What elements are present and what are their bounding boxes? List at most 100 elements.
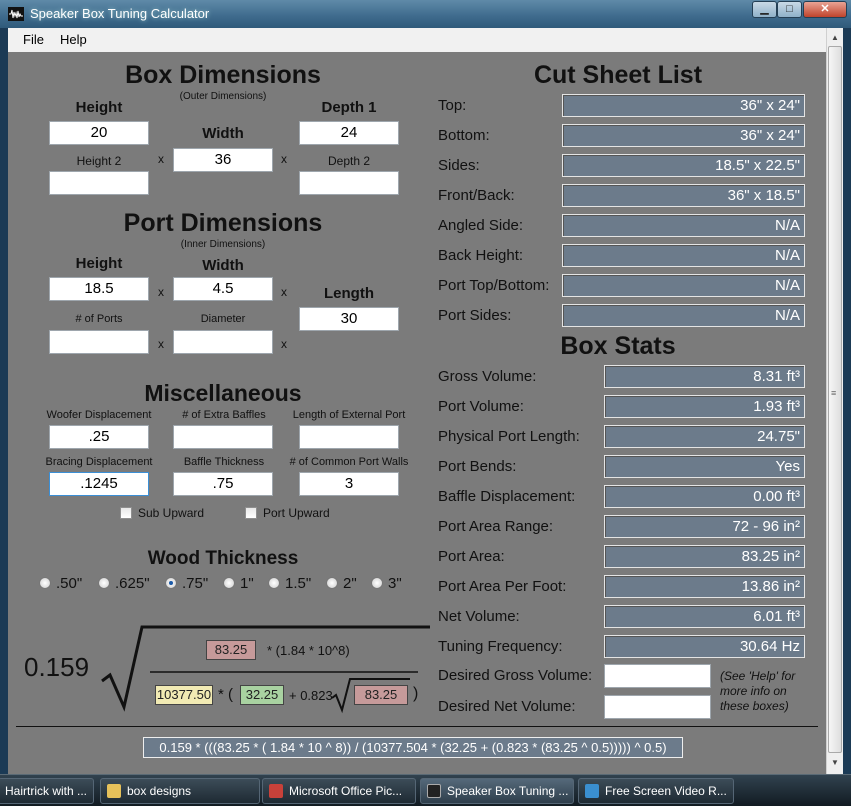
window-title: Speaker Box Tuning Calculator [30, 6, 210, 21]
stat-physical-length-label: Physical Port Length: [438, 428, 580, 445]
taskbar-item-box-designs[interactable]: box designs [100, 778, 260, 804]
scroll-down-icon[interactable]: ▼ [831, 758, 839, 767]
wood-option-label: 1.5" [285, 575, 312, 592]
formula-constant: 0.159 [24, 652, 90, 682]
stat-port-bends-label: Port Bends: [438, 458, 517, 475]
common-port-walls-label: # of Common Port Walls [289, 456, 409, 468]
box-width-input[interactable]: 36 [173, 148, 273, 172]
radio-icon [371, 577, 383, 589]
sub-upward-checkbox[interactable]: Sub Upward [120, 506, 204, 520]
stat-port-bends-value: Yes [604, 455, 805, 478]
scroll-up-icon[interactable]: ▲ [831, 33, 839, 42]
menu-file[interactable]: File [23, 32, 44, 47]
picture-manager-icon [269, 784, 283, 798]
taskbar-item-office-picture[interactable]: Microsoft Office Pic... [262, 778, 416, 804]
taskbar-item-label: Microsoft Office Pic... [289, 784, 403, 798]
cut-frontback-label: Front/Back: [438, 187, 515, 204]
wood-thickness-heading: Wood Thickness [147, 548, 299, 569]
wood-option-625[interactable]: .625" [98, 575, 150, 592]
box-depth2-label: Depth 2 [327, 154, 371, 168]
woofer-displacement-label: Woofer Displacement [46, 409, 152, 421]
title-bar: Speaker Box Tuning Calculator ▁ □ ✕ [0, 0, 851, 28]
stat-area-per-foot-label: Port Area Per Foot: [438, 578, 567, 595]
desired-net-input[interactable] [604, 695, 711, 719]
bracing-displacement-input[interactable]: .1245 [49, 472, 149, 496]
stat-area-range-value: 72 - 96 in² [604, 515, 805, 538]
wood-option-label: .625" [115, 575, 150, 592]
wood-option-label: 3" [388, 575, 402, 592]
desired-gross-input[interactable] [604, 664, 711, 688]
cut-sides-value: 18.5" x 22.5" [562, 154, 805, 177]
stat-physical-length-value: 24.75" [604, 425, 805, 448]
stat-gross-value: 8.31 ft³ [604, 365, 805, 388]
ports-count-input[interactable] [49, 330, 149, 354]
desired-net-label: Desired Net Volume: [438, 698, 576, 715]
port-upward-checkbox[interactable]: Port Upward [245, 506, 330, 520]
wood-option-3[interactable]: 3" [371, 575, 402, 592]
grip-icon: ≡ [831, 388, 837, 398]
desired-gross-label: Desired Gross Volume: [438, 667, 593, 684]
wood-option-50[interactable]: .50" [39, 575, 82, 592]
cut-porttop-value: N/A [562, 274, 805, 297]
cut-top-label: Top: [438, 97, 467, 114]
wood-option-1[interactable]: 1" [223, 575, 254, 592]
port-height-label: Height [75, 255, 123, 272]
port-width-input[interactable]: 4.5 [173, 277, 273, 301]
stat-port-area-label: Port Area: [438, 548, 505, 565]
extra-baffles-label: # of Extra Baffles [182, 409, 266, 421]
box-depth2-input[interactable] [299, 171, 399, 195]
diameter-input[interactable] [173, 330, 273, 354]
ports-count-label: # of Ports [75, 313, 123, 325]
cut-backheight-value: N/A [562, 244, 805, 267]
taskbar-item-speaker-box[interactable]: Speaker Box Tuning ... [420, 778, 574, 804]
help-note: (See 'Help' for more info on these boxes… [720, 669, 796, 713]
stat-tuning-value: 30.64 Hz [604, 635, 805, 658]
wood-option-75[interactable]: .75" [165, 575, 208, 592]
close-button[interactable]: ✕ [803, 1, 847, 18]
scroll-thumb[interactable] [828, 46, 842, 753]
box-width-label: Width [202, 125, 244, 142]
box-height2-input[interactable] [49, 171, 149, 195]
woofer-displacement-input[interactable]: .25 [49, 425, 149, 449]
box-height-input[interactable]: 20 [49, 121, 149, 145]
formula-plus: + 0.823 [289, 688, 333, 703]
formula-top-text: * (1.84 * 10^8) [267, 643, 350, 658]
vertical-scrollbar[interactable]: ▲ ≡ ▼ [826, 28, 843, 774]
extra-baffles-input[interactable] [173, 425, 273, 449]
stat-port-volume-value: 1.93 ft³ [604, 395, 805, 418]
miscellaneous-heading: Miscellaneous [144, 380, 302, 406]
baffle-thickness-input[interactable]: .75 [173, 472, 273, 496]
folder-icon [107, 784, 121, 798]
taskbar-item-label: Free Screen Video R... [605, 784, 727, 798]
stat-baffle-value: 0.00 ft³ [604, 485, 805, 508]
formula-mult: * ( [218, 686, 233, 703]
cut-porttop-label: Port Top/Bottom: [438, 277, 550, 294]
port-length-input[interactable]: 30 [299, 307, 399, 331]
diameter-label: Diameter [200, 313, 246, 325]
bracing-displacement-label: Bracing Displacement [45, 456, 153, 468]
wood-option-2[interactable]: 2" [326, 575, 357, 592]
box-height-label: Height [75, 99, 123, 116]
radio-icon [98, 577, 110, 589]
formula-expression: 0.159 * (((83.25 * ( 1.84 * 10 ^ 8)) / (… [143, 737, 683, 758]
sub-upward-label: Sub Upward [138, 506, 205, 520]
port-length-chip: 32.25 [240, 685, 284, 705]
cut-portsides-value: N/A [562, 304, 805, 327]
menu-help[interactable]: Help [60, 32, 87, 47]
screen-recorder-icon [585, 784, 599, 798]
radio-icon [223, 577, 235, 589]
wood-option-1-5[interactable]: 1.5" [268, 575, 311, 592]
box-depth1-input[interactable]: 24 [299, 121, 399, 145]
maximize-button[interactable]: □ [777, 1, 802, 18]
box-dimensions-subheading: (Outer Dimensions) [179, 91, 267, 102]
box-depth1-label: Depth 1 [321, 99, 377, 116]
common-port-walls-input[interactable]: 3 [299, 472, 399, 496]
port-height-input[interactable]: 18.5 [49, 277, 149, 301]
external-port-input[interactable] [299, 425, 399, 449]
times-sign: x [281, 337, 287, 351]
taskbar-item-screen-video[interactable]: Free Screen Video R... [578, 778, 734, 804]
port-dimensions-heading: Port Dimensions [123, 209, 323, 237]
taskbar-item-hairtrick[interactable]: Hairtrick with ... [0, 778, 94, 804]
minimize-button[interactable]: ▁ [752, 1, 777, 18]
length-chip: 10377.50 [155, 685, 213, 705]
